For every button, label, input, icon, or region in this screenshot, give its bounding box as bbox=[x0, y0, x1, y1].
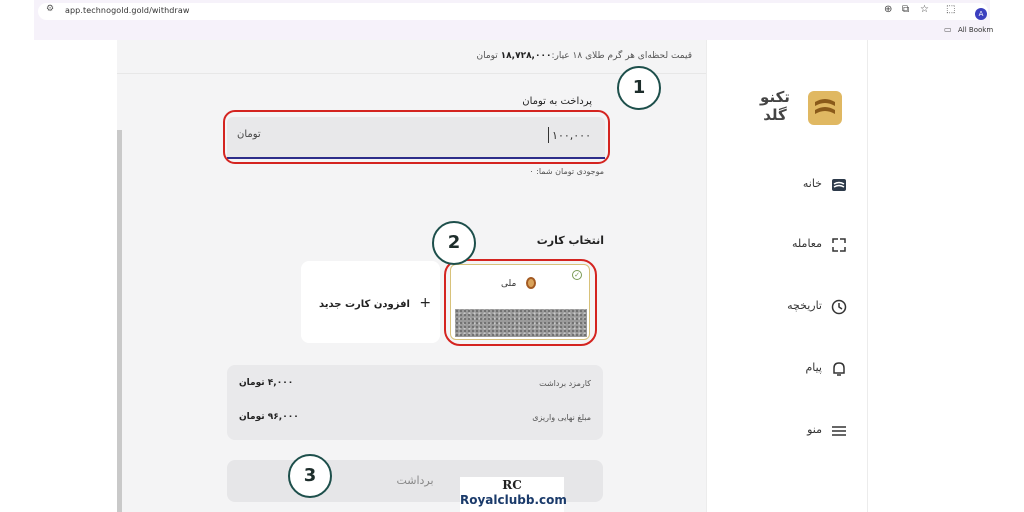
step-marker-1: 1 bbox=[617, 66, 661, 110]
sidebar-item-home[interactable]: خانه bbox=[770, 174, 850, 196]
gold-price-bar: قیمت لحظه‌ای هر گرم طلای ۱۸ عیار:۱۸,۷۲۸,… bbox=[117, 40, 706, 74]
folder-icon: ▭ bbox=[944, 25, 952, 34]
install-icon[interactable]: ⧉ bbox=[902, 4, 909, 15]
highlight-ring-card bbox=[444, 259, 597, 346]
sidebar-item-messages[interactable]: پیام bbox=[770, 358, 850, 380]
home-icon bbox=[832, 179, 846, 191]
all-bookmarks-link[interactable]: All Bookm bbox=[958, 26, 993, 34]
sidebar-item-label: پیام bbox=[805, 361, 822, 374]
brand-name: تکنو گلد bbox=[760, 88, 790, 124]
payment-label: پرداخت به تومان bbox=[522, 96, 592, 107]
sidebar-item-label: تاریخچه bbox=[787, 299, 822, 312]
menu-icon bbox=[832, 426, 846, 436]
step-marker-2: 2 bbox=[432, 221, 476, 265]
star-icon[interactable]: ☆ bbox=[920, 4, 929, 15]
watermark-logo: RC bbox=[502, 478, 522, 492]
sidebar-item-label: معامله bbox=[792, 237, 822, 250]
fee-summary: کارمزد برداشت ۴,۰۰۰ تومان مبلغ نهایی وار… bbox=[227, 365, 603, 440]
sidebar-item-label: خانه bbox=[802, 177, 822, 190]
sidebar-item-label: منو bbox=[807, 423, 822, 436]
final-amount-label: مبلغ نهایی واریزی bbox=[532, 413, 591, 422]
card-select-title: انتخاب کارت bbox=[536, 234, 604, 247]
extensions-icon[interactable]: ⬚ bbox=[946, 4, 955, 15]
add-card-text: افزودن کارت جدید bbox=[319, 299, 410, 310]
scrollbar[interactable] bbox=[117, 130, 122, 512]
history-icon bbox=[831, 299, 847, 315]
gold-price-value: ۱۸,۷۲۸,۰۰۰ bbox=[500, 51, 552, 61]
balance-text: موجودی تومان شما: ۰ bbox=[529, 167, 604, 176]
exchange-icon bbox=[832, 238, 846, 252]
zoom-icon[interactable]: ⊕ bbox=[884, 4, 892, 15]
add-card-button[interactable]: + افزودن کارت جدید bbox=[301, 261, 440, 343]
sidebar-item-menu[interactable]: منو bbox=[770, 420, 850, 442]
fee-label: کارمزد برداشت bbox=[539, 379, 591, 388]
address-bar[interactable]: ⚙ app.technogold.gold/withdraw ⊕ ⧉ ☆ ⬚ A bbox=[38, 3, 988, 20]
url-text[interactable]: app.technogold.gold/withdraw bbox=[65, 6, 189, 15]
add-card-label: + افزودن کارت جدید bbox=[319, 295, 431, 311]
gold-price-unit: تومان bbox=[476, 51, 498, 61]
sidebar-item-history[interactable]: تاریخچه bbox=[770, 296, 850, 318]
highlight-ring-amount bbox=[223, 110, 610, 164]
watermark-text: Royalclubb.com bbox=[460, 493, 567, 507]
gold-price-label: قیمت لحظه‌ای هر گرم طلای ۱۸ عیار: bbox=[551, 51, 692, 61]
bell-icon bbox=[833, 362, 845, 376]
final-amount-value: ۹۶,۰۰۰ تومان bbox=[239, 412, 299, 422]
app-root: ⚙ app.technogold.gold/withdraw ⊕ ⧉ ☆ ⬚ A… bbox=[0, 0, 1024, 512]
fee-value: ۴,۰۰۰ تومان bbox=[239, 378, 294, 388]
profile-avatar[interactable]: A bbox=[975, 8, 987, 20]
plus-icon: + bbox=[419, 295, 432, 311]
sidebar-item-trade[interactable]: معامله bbox=[770, 234, 850, 256]
step-marker-3: 3 bbox=[288, 454, 332, 498]
gold-price-text: قیمت لحظه‌ای هر گرم طلای ۱۸ عیار:۱۸,۷۲۸,… bbox=[476, 51, 692, 61]
browser-toolbar: ⚙ app.technogold.gold/withdraw ⊕ ⧉ ☆ ⬚ A… bbox=[34, 0, 993, 40]
technogold-logo-icon bbox=[808, 91, 842, 125]
site-settings-icon[interactable]: ⚙ bbox=[46, 4, 54, 14]
watermark: RC Royalclubb.com bbox=[460, 477, 567, 512]
